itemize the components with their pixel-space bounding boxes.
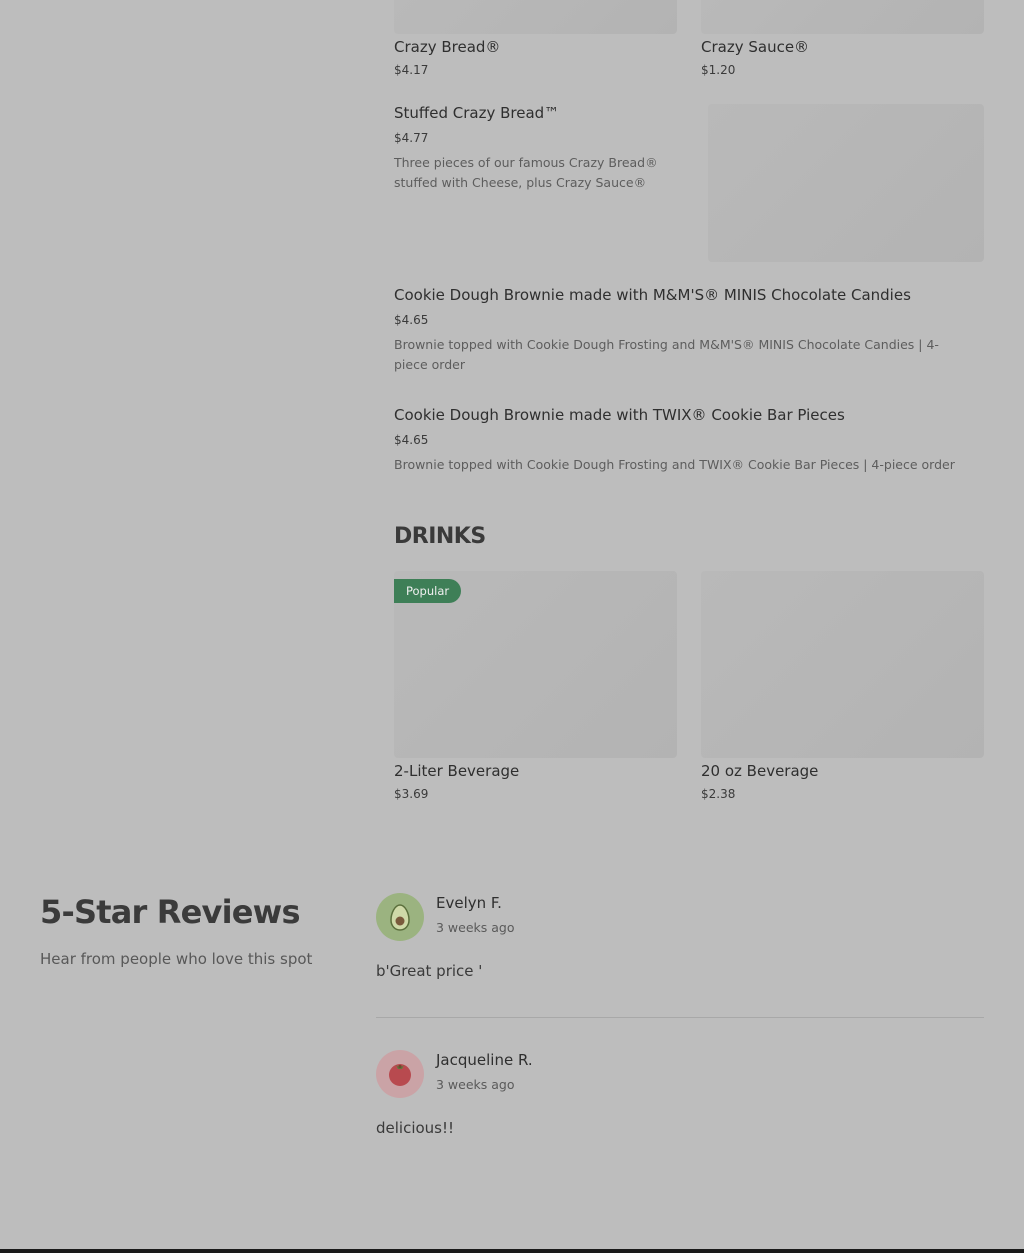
- menu-item-name[interactable]: Cookie Dough Brownie made with M&M'S® MI…: [394, 286, 911, 304]
- crazy-sauce-image[interactable]: [701, 0, 984, 34]
- avatar: [376, 893, 424, 941]
- tomato-icon: [389, 1064, 411, 1086]
- menu-item-description: Brownie topped with Cookie Dough Frostin…: [394, 457, 955, 472]
- review-divider: [376, 1017, 984, 1018]
- avocado-icon: [390, 904, 410, 931]
- menu-item-name[interactable]: Crazy Bread®: [394, 38, 500, 56]
- review-time: 3 weeks ago: [436, 920, 515, 935]
- menu-item-name[interactable]: 20 oz Beverage: [701, 762, 818, 780]
- menu-item-name[interactable]: Cookie Dough Brownie made with TWIX® Coo…: [394, 406, 845, 424]
- reviewer-name: Jacqueline R.: [436, 1051, 533, 1069]
- menu-item-description: piece order: [394, 357, 465, 372]
- review-text: b'Great price ': [376, 962, 483, 980]
- menu-item-price: $4.17: [394, 63, 429, 77]
- reviews-title: 5-Star Reviews: [40, 893, 301, 931]
- twenty-oz-beverage-image[interactable]: [701, 571, 984, 758]
- menu-item-description: Brownie topped with Cookie Dough Frostin…: [394, 337, 939, 352]
- menu-item-description: Three pieces of our famous Crazy Bread®: [394, 155, 658, 170]
- menu-item-price: $4.65: [394, 313, 429, 327]
- popular-badge: Popular: [394, 579, 462, 603]
- menu-item-name[interactable]: Stuffed Crazy Bread™: [394, 104, 559, 122]
- review-text: delicious!!: [376, 1119, 455, 1137]
- review-time: 3 weeks ago: [436, 1077, 515, 1092]
- menu-item-price: $4.65: [394, 433, 429, 447]
- menu-item-price: $2.38: [701, 787, 736, 801]
- menu-item-name[interactable]: Crazy Sauce®: [701, 38, 809, 56]
- menu-item-description: stuffed with Cheese, plus Crazy Sauce®: [394, 175, 647, 190]
- section-title-drinks: DRINKS: [394, 524, 486, 549]
- menu-item-price: $3.69: [394, 787, 429, 801]
- menu-item-name[interactable]: 2-Liter Beverage: [394, 762, 519, 780]
- menu-item-price: $1.20: [701, 63, 736, 77]
- reviewer-name: Evelyn F.: [436, 894, 502, 912]
- reviews-subtitle: Hear from people who love this spot: [40, 950, 313, 968]
- avatar: [376, 1050, 424, 1098]
- stuffed-crazy-bread-image[interactable]: [708, 104, 984, 262]
- footer-edge: [0, 1249, 1024, 1253]
- crazy-bread-image[interactable]: [394, 0, 677, 34]
- menu-item-price: $4.77: [394, 131, 429, 145]
